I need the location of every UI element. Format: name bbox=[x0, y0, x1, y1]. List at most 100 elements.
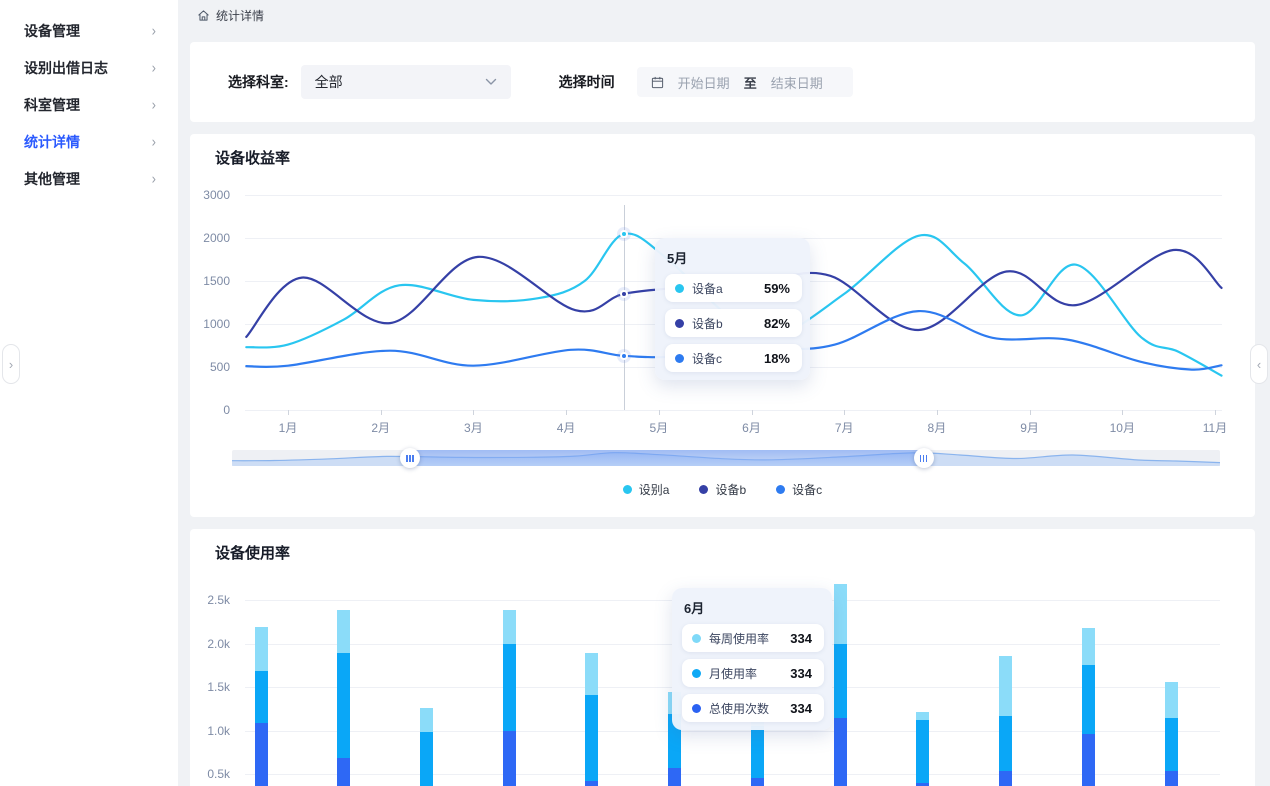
stacked-bar-10月[interactable] bbox=[999, 656, 1012, 786]
datazoom-selected-range[interactable] bbox=[410, 450, 924, 466]
stacked-bar-12月[interactable] bbox=[1165, 682, 1178, 786]
tooltip-series-name: 设备c bbox=[692, 350, 750, 367]
bar-segment bbox=[668, 768, 681, 786]
line-chart-legend: 设别a 设备b 设备c bbox=[190, 481, 1255, 498]
datazoom-handle-left[interactable] bbox=[400, 448, 420, 468]
tooltip-series-value: 334 bbox=[790, 666, 812, 681]
filter-bar: 选择科室: 全部 选择时间 开始日期 至 结束日期 bbox=[190, 42, 1255, 122]
end-date-placeholder[interactable]: 结束日期 bbox=[771, 73, 823, 92]
stacked-bar-3月[interactable] bbox=[420, 708, 433, 786]
dept-select[interactable]: 全部 bbox=[301, 65, 511, 99]
datazoom-slider[interactable] bbox=[232, 450, 1220, 466]
sidebar: 设备管理›设别出借日志›科室管理›统计详情›其他管理› bbox=[0, 0, 178, 786]
home-icon[interactable] bbox=[197, 9, 210, 22]
bar-segment bbox=[255, 671, 268, 723]
sidebar-item-3[interactable]: 科室管理 › bbox=[0, 86, 178, 123]
tooltip-row: 每周使用率 334 bbox=[682, 624, 824, 652]
bar-segment bbox=[999, 656, 1012, 716]
datazoom-handle-right[interactable] bbox=[914, 448, 934, 468]
bar-segment bbox=[999, 716, 1012, 771]
bar-segment bbox=[255, 627, 268, 671]
bar-segment bbox=[1165, 718, 1178, 771]
bar-chart-card[interactable]: 设备使用率 2.5k2.0k1.5k1.0k0.5k6月每周使用率334月使用率… bbox=[190, 529, 1255, 786]
handle-grip-icon bbox=[409, 455, 411, 462]
sidebar-item-label: 设别出借日志 bbox=[24, 58, 108, 78]
bar-chart-tooltip: 6月每周使用率334月使用率334总使用次数334 bbox=[672, 588, 832, 730]
tooltip-series-name: 每周使用率 bbox=[709, 630, 776, 647]
sidebar-item-label: 设备管理 bbox=[24, 21, 80, 41]
legend-item[interactable]: 设备b bbox=[699, 481, 746, 498]
sidebar-menu: 设备管理 › 设别出借日志› 科室管理 › 统计详情› 其他管理 › bbox=[0, 12, 178, 197]
handle-grip-icon bbox=[406, 455, 408, 462]
bar-segment bbox=[1165, 682, 1178, 718]
stacked-bar-11月[interactable] bbox=[1082, 628, 1095, 786]
dept-select-value: 全部 bbox=[315, 72, 343, 92]
bar-segment bbox=[420, 708, 433, 732]
tooltip-series-value: 334 bbox=[790, 631, 812, 646]
sidebar-item-label: 统计详情 bbox=[24, 132, 80, 152]
bar-segment bbox=[834, 644, 847, 717]
series-dot-icon bbox=[675, 319, 684, 328]
sidebar-item-1[interactable]: 设备管理 › bbox=[0, 12, 178, 49]
handle-grip-icon bbox=[412, 455, 414, 462]
date-range-picker[interactable]: 开始日期 至 结束日期 bbox=[637, 67, 853, 97]
tooltip-series-value: 334 bbox=[790, 701, 812, 716]
gridline bbox=[245, 774, 1220, 775]
bar-segment bbox=[916, 712, 929, 721]
y-axis-label: 1.5k bbox=[190, 680, 230, 694]
bar-segment bbox=[1082, 734, 1095, 786]
legend-label: 设别a bbox=[639, 481, 670, 498]
tooltip-series-name: 设备a bbox=[692, 280, 750, 297]
stacked-bar-1月[interactable] bbox=[255, 627, 268, 786]
legend-item[interactable]: 设备c bbox=[776, 481, 822, 498]
y-axis-label: 2.5k bbox=[190, 593, 230, 607]
collapse-right-button[interactable]: ‹ bbox=[1250, 344, 1268, 384]
time-filter-label: 选择时间 bbox=[559, 72, 615, 92]
line-chart-tooltip: 5月设备a59%设备b82%设备c18% bbox=[655, 238, 810, 380]
stacked-bar-4月[interactable] bbox=[503, 610, 516, 786]
stacked-bar-8月[interactable] bbox=[834, 584, 847, 786]
stacked-bar-9月[interactable] bbox=[916, 712, 929, 786]
main-content: 统计详情 选择科室: 全部 选择时间 开始日期 至 结束日期 bbox=[178, 0, 1270, 786]
start-date-placeholder[interactable]: 开始日期 bbox=[678, 73, 730, 92]
bar-segment bbox=[751, 726, 764, 777]
bar-segment bbox=[999, 771, 1012, 786]
collapse-left-button[interactable]: › bbox=[2, 344, 20, 384]
pointer-dot bbox=[620, 230, 628, 238]
chevron-down-icon bbox=[485, 78, 497, 86]
tooltip-row: 月使用率334 bbox=[682, 659, 824, 687]
legend-item[interactable]: 设别a bbox=[623, 481, 670, 498]
series-dot-icon bbox=[692, 634, 701, 643]
chevron-right-icon: › bbox=[152, 96, 156, 113]
sidebar-item-label: 其他管理 bbox=[24, 169, 80, 189]
stacked-bar-5月[interactable] bbox=[585, 653, 598, 786]
bar-chart-tooltip-title: 6月 bbox=[684, 598, 824, 617]
line-chart-card[interactable]: 设备收益率 300020001500100050001月2月3月4月5月6月7月… bbox=[190, 134, 1255, 517]
tooltip-row: 设备c18% bbox=[665, 344, 802, 372]
legend-dot-icon bbox=[699, 485, 708, 494]
bar-segment bbox=[337, 653, 350, 757]
bar-segment bbox=[255, 723, 268, 786]
bar-segment bbox=[420, 732, 433, 786]
bar-segment bbox=[585, 695, 598, 781]
bar-segment bbox=[503, 610, 516, 645]
calendar-icon bbox=[651, 76, 664, 89]
sidebar-item-2[interactable]: 设别出借日志› bbox=[0, 49, 178, 86]
tooltip-row: 设备a 59% bbox=[665, 274, 802, 302]
sidebar-item-5[interactable]: 其他管理 › bbox=[0, 160, 178, 197]
bar-segment bbox=[503, 731, 516, 786]
breadcrumb: 统计详情 bbox=[178, 0, 1270, 30]
sidebar-item-4[interactable]: 统计详情› bbox=[0, 123, 178, 160]
series-dot-icon bbox=[692, 704, 701, 713]
breadcrumb-label: 统计详情 bbox=[216, 7, 264, 24]
chevron-right-icon: › bbox=[152, 22, 156, 39]
date-separator: 至 bbox=[744, 73, 757, 92]
tooltip-series-value: 59% bbox=[764, 281, 790, 296]
bar-segment bbox=[585, 653, 598, 695]
tooltip-series-name: 总使用次数 bbox=[709, 700, 776, 717]
chevron-right-icon: › bbox=[152, 170, 156, 187]
stacked-bar-2月[interactable] bbox=[337, 610, 350, 786]
sidebar-item-label: 科室管理 bbox=[24, 95, 80, 115]
bar-segment bbox=[1082, 665, 1095, 734]
tooltip-row: 总使用次数 334 bbox=[682, 694, 824, 722]
